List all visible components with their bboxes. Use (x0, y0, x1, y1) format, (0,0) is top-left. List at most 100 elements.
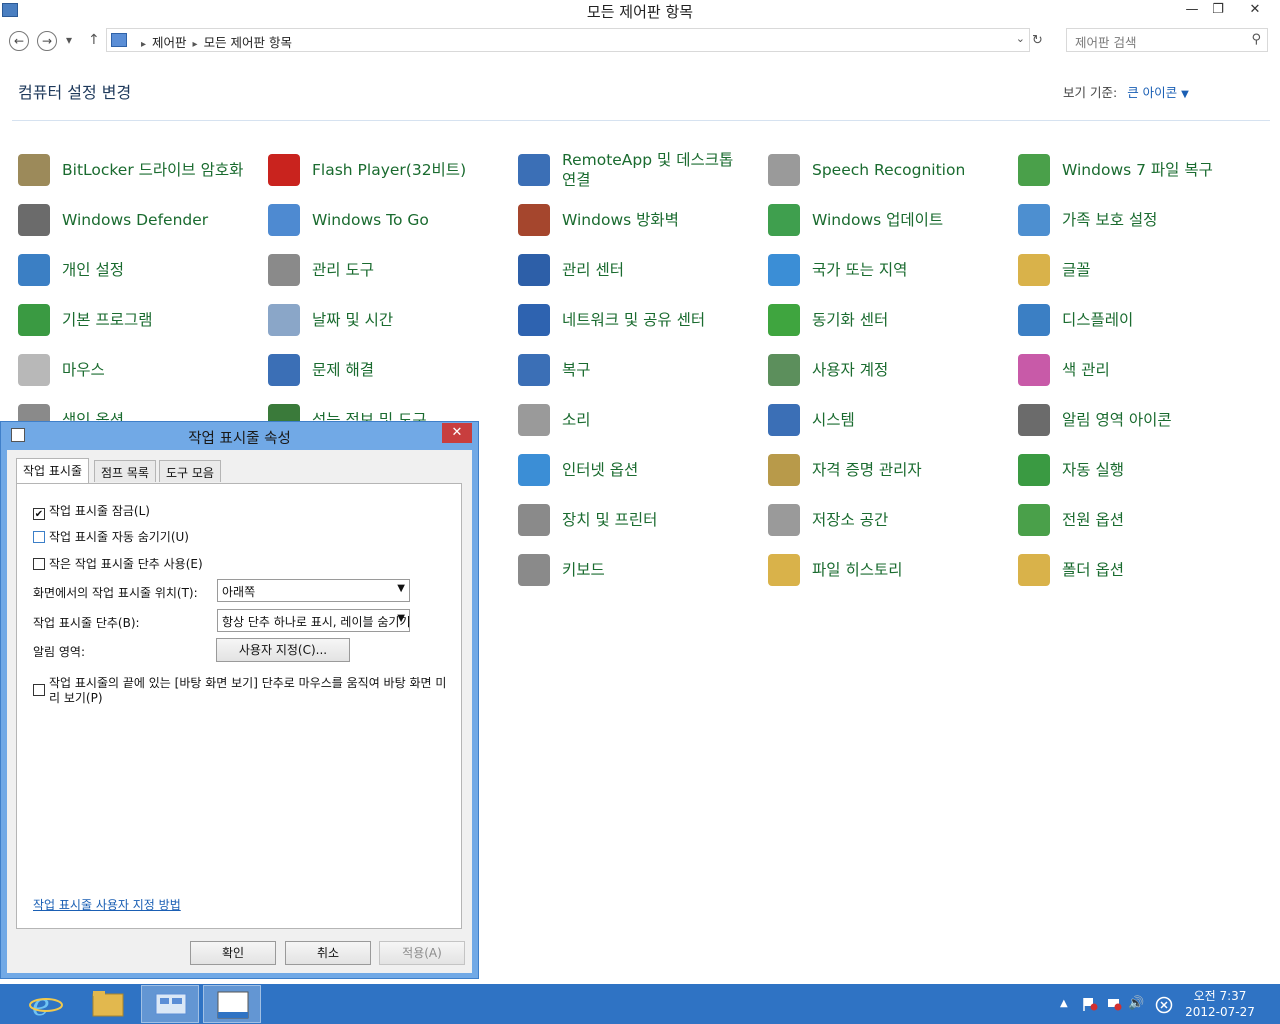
forward-button[interactable]: → (37, 31, 57, 51)
control-panel-item[interactable]: 디스플레이 (1018, 300, 1258, 340)
control-panel-item[interactable]: 국가 또는 지역 (768, 250, 1008, 290)
control-panel-item[interactable]: 폴더 옵션 (1018, 550, 1258, 590)
peek-checkbox[interactable]: 작업 표시줄의 끝에 있는 [바탕 화면 보기] 단추로 마우스를 움직여 바탕… (33, 676, 453, 706)
control-panel-item[interactable]: 개인 설정 (18, 250, 258, 290)
maximize-button[interactable]: ❐ (1204, 0, 1232, 20)
checkbox-unchecked[interactable] (33, 531, 45, 543)
control-panel-item[interactable]: 시스템 (768, 400, 1008, 440)
checkbox-unchecked[interactable] (33, 558, 45, 570)
control-panel-item[interactable]: 동기화 센터 (768, 300, 1008, 340)
minimize-button[interactable]: — (1178, 0, 1206, 20)
control-panel-item[interactable]: RemoteApp 및 데스크톱 연결 (518, 150, 758, 190)
control-panel-item[interactable]: 색 관리 (1018, 350, 1258, 390)
control-panel-item-label: 저장소 공간 (812, 511, 889, 529)
chevron-down-icon[interactable]: ▼ (1181, 89, 1189, 100)
address-bar[interactable]: ▸ 제어판 ▸ 모든 제어판 항목 ⌄ (106, 28, 1030, 52)
control-panel-item[interactable]: 인터넷 옵션 (518, 450, 758, 490)
control-panel-taskbar-button[interactable] (141, 985, 199, 1023)
taskbar: e ▲ 🔊 오전 7:37 2012-07-27 (0, 984, 1280, 1024)
breadcrumb-control-panel[interactable]: 제어판 (152, 35, 187, 50)
control-panel-item[interactable]: 사용자 계정 (768, 350, 1008, 390)
control-panel-item[interactable]: 관리 센터 (518, 250, 758, 290)
control-panel-item[interactable]: 가족 보호 설정 (1018, 200, 1258, 240)
position-select[interactable]: 아래쪽 ▼ (217, 579, 410, 602)
control-panel-item[interactable]: 전원 옵션 (1018, 500, 1258, 540)
chevron-down-icon[interactable]: ▼ (397, 583, 405, 594)
close-circle-icon[interactable] (1155, 996, 1173, 1018)
control-panel-item[interactable]: Windows 7 파일 복구 (1018, 150, 1258, 190)
control-panel-item[interactable]: Flash Player(32비트) (268, 150, 508, 190)
control-panel-item[interactable]: 파일 히스토리 (768, 550, 1008, 590)
checkbox-checked[interactable]: ✔ (33, 508, 45, 520)
control-panel-item[interactable]: Windows 업데이트 (768, 200, 1008, 240)
control-panel-item[interactable]: 자동 실행 (1018, 450, 1258, 490)
clock[interactable]: 오전 7:37 2012-07-27 (1182, 988, 1258, 1020)
control-panel-item[interactable]: 키보드 (518, 550, 758, 590)
control-panel-item[interactable]: 네트워크 및 공유 센터 (518, 300, 758, 340)
control-panel-item[interactable]: 소리 (518, 400, 758, 440)
address-dropdown-icon[interactable]: ⌄ (1016, 32, 1025, 45)
breadcrumb-separator[interactable]: ▸ (141, 39, 146, 50)
file-explorer-button[interactable] (79, 985, 137, 1023)
checkbox-unchecked[interactable] (33, 684, 45, 696)
control-panel-item[interactable]: 저장소 공간 (768, 500, 1008, 540)
control-panel-item[interactable]: BitLocker 드라이브 암호화 (18, 150, 258, 190)
apply-button[interactable]: 적용(A) (379, 941, 465, 965)
back-button[interactable]: ← (9, 31, 29, 51)
control-panel-item[interactable]: Speech Recognition (768, 150, 1008, 190)
control-panel-item-label: 폴더 옵션 (1062, 561, 1124, 579)
chevron-down-icon[interactable]: ▼ (397, 613, 405, 624)
dialog-close-button[interactable]: ✕ (442, 423, 472, 443)
control-panel-item[interactable]: Windows Defender (18, 200, 258, 240)
buttons-select[interactable]: 항상 단추 하나로 표시, 레이블 숨기기 ▼ (217, 609, 410, 632)
refresh-button[interactable]: ↻ (1032, 33, 1043, 48)
tab-taskbar[interactable]: 작업 표시줄 (16, 458, 90, 483)
taskbar-properties-taskbar-button[interactable] (203, 985, 261, 1023)
breadcrumb-all-items[interactable]: 모든 제어판 항목 (204, 35, 292, 50)
bitlocker-icon (18, 154, 50, 186)
search-icon[interactable]: ⚲ (1251, 32, 1261, 47)
control-panel-item[interactable]: Windows 방화벽 (518, 200, 758, 240)
ok-button[interactable]: 확인 (190, 941, 276, 965)
recent-locations-button[interactable]: ▾ (66, 33, 72, 47)
tab-jump-lists[interactable]: 점프 목록 (94, 460, 156, 482)
volume-icon[interactable]: 🔊 (1128, 996, 1144, 1011)
devices-printers-icon (518, 504, 550, 536)
view-by-dropdown[interactable]: 큰 아이콘 (1127, 85, 1177, 100)
family-safety-icon (1018, 204, 1050, 236)
search-placeholder: 제어판 검색 (1075, 35, 1137, 50)
control-panel-item[interactable]: 복구 (518, 350, 758, 390)
control-panel-item-label: 장치 및 프린터 (562, 511, 658, 529)
breadcrumb-separator[interactable]: ▸ (193, 39, 198, 50)
keyboard-icon (518, 554, 550, 586)
control-panel-item[interactable]: 자격 증명 관리자 (768, 450, 1008, 490)
help-link[interactable]: 작업 표시줄 사용자 지정 방법 (33, 896, 181, 913)
control-panel-item[interactable]: Windows To Go (268, 200, 508, 240)
auto-hide-checkbox[interactable]: 작업 표시줄 자동 숨기기(U) (33, 528, 189, 545)
action-center-flag-icon[interactable] (1082, 996, 1098, 1016)
control-panel-item[interactable]: 마우스 (18, 350, 258, 390)
control-panel-item-label: 복구 (562, 361, 591, 379)
control-panel-item[interactable]: 기본 프로그램 (18, 300, 258, 340)
small-buttons-checkbox[interactable]: 작은 작업 표시줄 단추 사용(E) (33, 555, 203, 572)
default-programs-icon (18, 304, 50, 336)
show-hidden-icons-button[interactable]: ▲ (1060, 998, 1068, 1009)
system-icon (768, 404, 800, 436)
up-button[interactable]: ↑ (88, 32, 100, 48)
control-panel-location-icon (111, 33, 127, 47)
credential-manager-icon (768, 454, 800, 486)
control-panel-item[interactable]: 장치 및 프린터 (518, 500, 758, 540)
tab-toolbars[interactable]: 도구 모음 (159, 460, 221, 482)
lock-taskbar-checkbox[interactable]: ✔ 작업 표시줄 잠금(L) (33, 502, 150, 520)
control-panel-item[interactable]: 글꼴 (1018, 250, 1258, 290)
cancel-button[interactable]: 취소 (285, 941, 371, 965)
network-icon[interactable] (1106, 996, 1122, 1016)
customize-button[interactable]: 사용자 지정(C)... (216, 638, 350, 662)
control-panel-item[interactable]: 문제 해결 (268, 350, 508, 390)
internet-explorer-button[interactable]: e (17, 985, 75, 1023)
search-input[interactable]: 제어판 검색 ⚲ (1066, 28, 1268, 52)
control-panel-item[interactable]: 날짜 및 시간 (268, 300, 508, 340)
control-panel-item[interactable]: 알림 영역 아이콘 (1018, 400, 1258, 440)
close-button[interactable]: ✕ (1232, 0, 1278, 20)
control-panel-item[interactable]: 관리 도구 (268, 250, 508, 290)
